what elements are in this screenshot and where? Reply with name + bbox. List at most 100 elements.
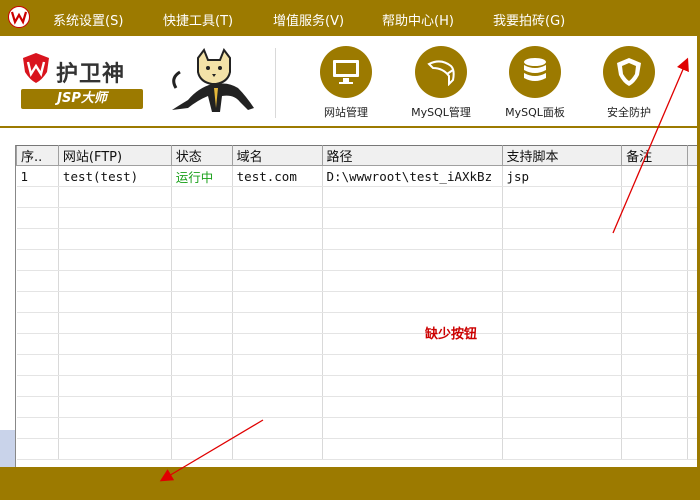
cell-note: [621, 165, 688, 187]
column-header-site[interactable]: 网站(FTP): [57, 145, 172, 166]
tool-mysql-management-label: MySQL管理: [411, 106, 471, 119]
empty-cell: [502, 396, 623, 418]
empty-cell: [621, 438, 688, 460]
empty-cell: [16, 438, 59, 460]
empty-cell: [232, 249, 323, 271]
table-body: 1 test(test) 运行中 test.com D:\wwwroot\tes…: [16, 165, 700, 187]
empty-cell: [58, 438, 172, 460]
empty-cell: [502, 270, 623, 292]
menu-feedback[interactable]: 我要拍砖(G): [493, 10, 565, 29]
table-row[interactable]: 1 test(test) 运行中 test.com D:\wwwroot\tes…: [16, 165, 700, 187]
tool-mysql-management[interactable]: MySQL管理: [396, 46, 486, 120]
tool-security-protection[interactable]: 安全防护: [584, 46, 674, 120]
column-header-domain[interactable]: 域名: [231, 145, 323, 166]
annotation-missing-buttons: 缺少按钮: [425, 327, 478, 342]
empty-cell: [171, 207, 233, 229]
empty-row: [16, 249, 700, 271]
empty-cell: [58, 396, 172, 418]
menu-value-added[interactable]: 增值服务(V): [273, 10, 344, 29]
app-logo-icon: [8, 6, 30, 28]
empty-cell: [322, 249, 503, 271]
left-strip: [0, 430, 15, 467]
shield-icon: [603, 46, 655, 98]
empty-cell: [58, 228, 172, 250]
site-list-grid[interactable]: 序.. 网站(FTP) 状态 域名 路径 支持脚本 备注 1 test(test…: [15, 145, 700, 467]
empty-cell: [502, 417, 623, 439]
empty-cell: [322, 186, 503, 208]
site-table: 序.. 网站(FTP) 状态 域名 路径 支持脚本 备注 1 test(test…: [16, 145, 700, 460]
cell-index: 1: [16, 165, 59, 187]
monitor-icon: [320, 46, 372, 98]
empty-cell: [322, 207, 503, 229]
empty-cell: [232, 396, 323, 418]
empty-cell: [171, 375, 233, 397]
tool-mysql-panel[interactable]: MySQL面板: [490, 46, 580, 120]
column-header-script[interactable]: 支持脚本: [501, 145, 623, 166]
empty-cell: [16, 375, 59, 397]
empty-cell: [621, 207, 688, 229]
empty-cell: [322, 438, 503, 460]
empty-row: [16, 270, 700, 292]
column-header-index[interactable]: 序..: [16, 145, 59, 166]
cell-status: 运行中: [171, 165, 233, 187]
cell-domain: test.com: [232, 165, 323, 187]
empty-cell: [621, 186, 688, 208]
empty-cell: [171, 228, 233, 250]
table-header-row: 序.. 网站(FTP) 状态 域名 路径 支持脚本 备注: [16, 145, 700, 166]
empty-cell: [58, 249, 172, 271]
empty-cell: [621, 396, 688, 418]
menu-help-center[interactable]: 帮助中心(H): [382, 10, 454, 29]
column-header-status[interactable]: 状态: [170, 145, 233, 166]
empty-cell: [502, 354, 623, 376]
empty-row: [16, 228, 700, 250]
empty-cell: [171, 417, 233, 439]
empty-row: [16, 417, 700, 439]
empty-cell: [502, 228, 623, 250]
tomcat-mascot-icon: [172, 48, 254, 112]
empty-cell: [171, 438, 233, 460]
empty-cell: [322, 228, 503, 250]
empty-cell: [232, 186, 323, 208]
empty-cell: [502, 249, 623, 271]
empty-cell: [171, 270, 233, 292]
cell-site: test(test): [58, 165, 172, 187]
database-icon: [509, 46, 561, 98]
brand-shield-icon: [23, 53, 49, 83]
empty-cell: [16, 333, 59, 355]
empty-row: [16, 354, 700, 376]
empty-cell: [232, 291, 323, 313]
header-toolbar: 护卫神 JSP大师 网站管理 MySQL管理 MySQL面板 安全防护: [0, 36, 700, 128]
empty-cell: [16, 291, 59, 313]
empty-cell: [502, 291, 623, 313]
empty-cell: [322, 375, 503, 397]
menu-system-settings[interactable]: 系统设置(S): [53, 10, 123, 29]
column-header-path[interactable]: 路径: [321, 145, 503, 166]
tool-website-management-label: 网站管理: [324, 106, 368, 119]
empty-row: [16, 291, 700, 313]
empty-cell: [232, 312, 323, 334]
brand-title: 护卫神: [56, 62, 126, 87]
empty-cell: [322, 396, 503, 418]
empty-cell: [621, 270, 688, 292]
empty-cell: [322, 354, 503, 376]
empty-cell: [16, 207, 59, 229]
column-header-note[interactable]: 备注: [621, 145, 688, 166]
empty-cell: [58, 186, 172, 208]
empty-cell: [322, 270, 503, 292]
empty-cell: [322, 417, 503, 439]
dolphin-icon: [415, 46, 467, 98]
menu-quick-tools[interactable]: 快捷工具(T): [163, 10, 233, 29]
empty-cell: [16, 270, 59, 292]
empty-cell: [58, 291, 172, 313]
empty-cell: [171, 312, 233, 334]
empty-cell: [502, 186, 623, 208]
empty-cell: [58, 417, 172, 439]
empty-cell: [16, 228, 59, 250]
empty-cell: [58, 270, 172, 292]
toolbar-divider: [275, 48, 276, 118]
empty-cell: [16, 249, 59, 271]
empty-cell: [232, 354, 323, 376]
empty-cell: [16, 354, 59, 376]
tool-website-management[interactable]: 网站管理: [301, 46, 391, 120]
empty-row: [16, 333, 700, 355]
